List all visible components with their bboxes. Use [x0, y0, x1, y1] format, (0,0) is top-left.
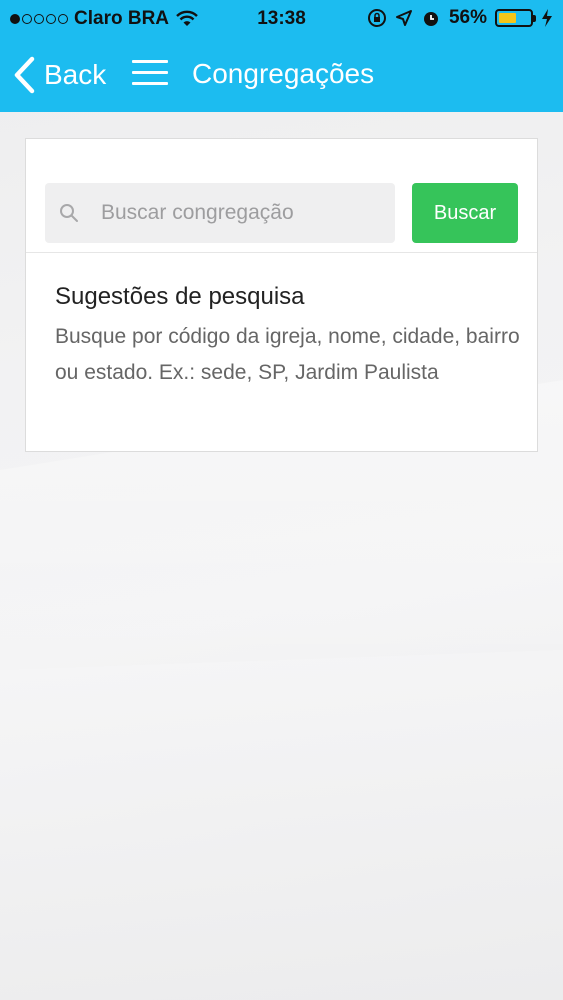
search-input[interactable] [101, 197, 386, 229]
page-title: Congregações [192, 58, 375, 89]
battery-percentage: 56% [448, 7, 487, 28]
suggestions-title: Sugestões de pesquisa [55, 283, 305, 310]
header-bar: Claro BRA 13:38 56% Back Congregações [0, 0, 563, 112]
search-button[interactable]: Buscar [412, 183, 518, 243]
battery-icon [495, 9, 536, 27]
location-arrow-icon [395, 10, 412, 26]
background-shade-lower [0, 650, 563, 1000]
orientation-lock-icon [367, 9, 386, 27]
search-icon [60, 204, 78, 222]
charging-bolt-icon [542, 9, 552, 27]
status-bar: Claro BRA 13:38 56% [0, 0, 563, 38]
alarm-icon [423, 12, 438, 26]
search-suggestions: Sugestões de pesquisa Busque por código … [55, 283, 525, 391]
chevron-left-icon [14, 56, 35, 94]
suggestions-description: Busque por código da igreja, nome, cidad… [55, 325, 520, 384]
search-field[interactable] [45, 183, 395, 243]
search-row: Buscar [26, 139, 537, 253]
search-card: Buscar Sugestões de pesquisa Busque por … [25, 138, 538, 452]
navigation-bar: Back Congregações [0, 48, 563, 104]
back-button[interactable]: Back [12, 56, 106, 94]
back-label: Back [44, 59, 107, 90]
hamburger-menu-icon[interactable] [132, 60, 168, 88]
